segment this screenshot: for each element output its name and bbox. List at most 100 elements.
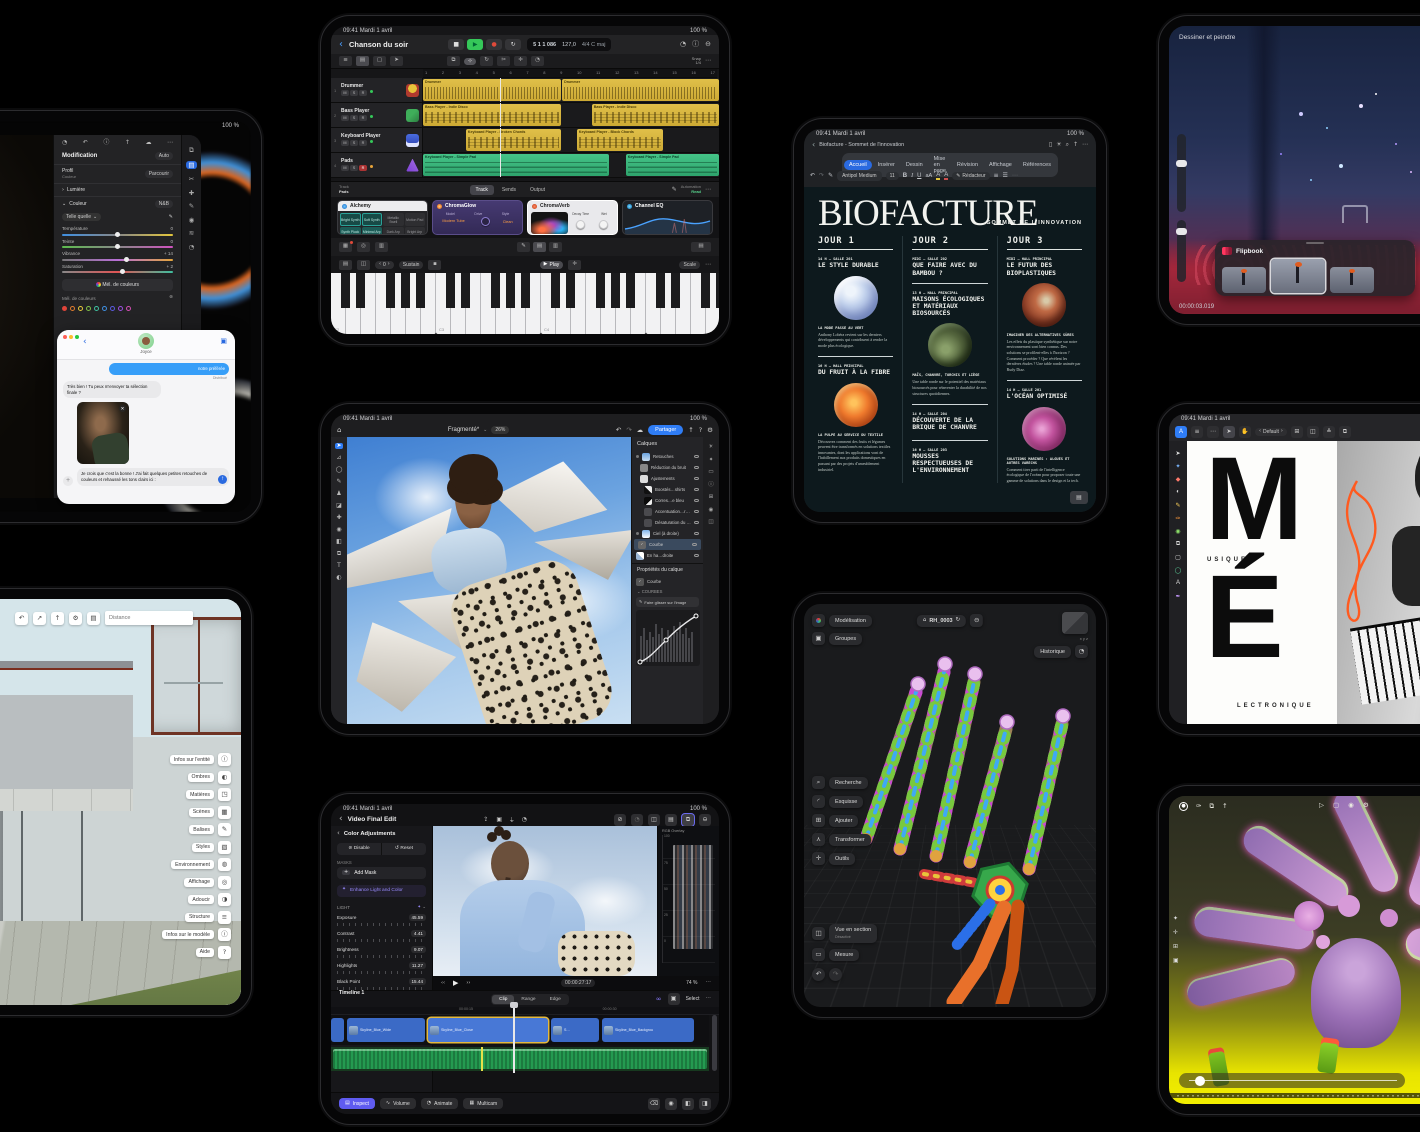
tracks-view-icon[interactable]: ≡	[339, 56, 352, 66]
adjust-icon[interactable]: ☀	[709, 445, 714, 451]
undo-icon[interactable]: ↶	[810, 173, 815, 179]
font-size-picker[interactable]: 11	[886, 172, 899, 180]
section-view-button[interactable]: ◫Vue en sectionDésactivé	[812, 924, 877, 943]
timeline-ruler[interactable]: 00:00:15 00:00:30	[331, 1007, 719, 1015]
camera-icon[interactable]: ▣	[1173, 958, 1179, 964]
fill-tool-icon[interactable]: ◉	[1173, 526, 1183, 536]
visibility-icon[interactable]	[694, 510, 699, 514]
disable-clip-icon[interactable]: ⊘	[614, 814, 626, 826]
drag-handle[interactable]	[1306, 242, 1324, 244]
noise-icon[interactable]: ≋	[189, 230, 194, 237]
visibility-icon[interactable]	[694, 466, 699, 470]
plugin-chromaglow[interactable]: ChromaGlow ModelDriveStyle Modern Tube C…	[432, 200, 523, 235]
gear-icon[interactable]: ⚙	[69, 612, 82, 625]
plugin-channeleq[interactable]: Channel EQ	[622, 200, 713, 235]
help-icon[interactable]: ?	[218, 946, 231, 959]
plugin-alchemy[interactable]: Alchemy Bright Synth Soft Synth Metallic…	[337, 200, 428, 235]
layer-row[interactable]: Retouches	[632, 451, 703, 462]
doc-name[interactable]: Fragmenté*	[448, 427, 479, 433]
auto-button[interactable]: Auto	[155, 152, 173, 160]
measure-input[interactable]	[105, 611, 193, 625]
eye-icon[interactable]: ◉	[709, 508, 714, 514]
menu-ajouter[interactable]: ⊞Ajouter	[812, 814, 871, 827]
panel-infos-modele[interactable]: Infos sur le modèleⓘ	[81, 928, 231, 941]
lock-icon[interactable]: ▪	[428, 260, 441, 270]
move-tool-icon[interactable]: ➤	[335, 443, 342, 449]
panel-styles[interactable]: Styles▧	[81, 841, 231, 854]
frame-icon[interactable]: ▢	[1333, 802, 1339, 809]
add-attachment-button[interactable]: +	[63, 476, 73, 486]
export-icon[interactable]: ↗	[33, 612, 46, 625]
layer-row[interactable]: Accentuation…ration	[632, 506, 703, 517]
color-mix-button[interactable]: Mél. de couleurs	[62, 279, 173, 291]
sound-browser-icon[interactable]: ▦	[339, 242, 352, 252]
clip-selected[interactable]: Skyline_Blue_Close	[428, 1018, 548, 1042]
crop-tool-icon[interactable]: ⧉	[337, 551, 341, 557]
playhead[interactable]	[513, 1007, 515, 1073]
panel-adoucir[interactable]: Adoucir◑	[81, 893, 231, 906]
tab-edge[interactable]: Edge	[543, 995, 568, 1004]
menu-outils[interactable]: ✛Outils	[812, 852, 871, 865]
back-icon[interactable]: ‹	[337, 830, 340, 837]
import-icon[interactable]: ⇪	[483, 817, 488, 823]
drive-knob[interactable]	[481, 217, 490, 226]
timer-tool-icon[interactable]: ◔	[531, 56, 544, 66]
copy-tool-icon[interactable]: ⧉	[447, 56, 460, 66]
cloud-icon[interactable]: ☁	[637, 427, 644, 434]
visibility-icon[interactable]	[694, 455, 699, 459]
wet-knob[interactable]	[599, 220, 608, 229]
play-icon[interactable]: ▶	[453, 980, 458, 987]
type-tool-icon[interactable]: T	[337, 563, 341, 569]
render-settings-icon[interactable]: ⚙	[1363, 802, 1369, 809]
slider-highlights[interactable]: Highlights11.27	[337, 962, 426, 974]
scale-icon[interactable]: ⊞	[1173, 944, 1179, 950]
keyboard-wide-icon[interactable]: ▤	[691, 242, 711, 252]
visibility-icon[interactable]	[694, 499, 699, 503]
styles-icon[interactable]: ▧	[218, 841, 231, 854]
track-row-bass[interactable]: 2 Bass Player MSR Bass Player - Indie Di…	[331, 103, 719, 128]
cursor-tool-icon[interactable]: ➤	[1173, 448, 1183, 458]
historique-button[interactable]: Historique	[1034, 646, 1071, 658]
arp-icon[interactable]: ✛	[568, 260, 581, 270]
layer-row[interactable]: Désaturation du jaune	[632, 517, 703, 528]
compose-field[interactable]: Je crois que c'est la bonne ! J'ai fait …	[77, 468, 229, 486]
scale-button[interactable]: Scale	[679, 261, 700, 269]
editor-view-icon[interactable]: ▢	[373, 56, 386, 66]
document-pill[interactable]: ⌂ RH_0003 ↻	[917, 615, 966, 627]
italic-button[interactable]: I	[911, 173, 913, 179]
panel-infos-entite[interactable]: Infos sur l'entitéⓘ	[81, 753, 231, 766]
track-row-pads[interactable]: 4 Pads MSR Keyboard Player - Simple Pad …	[331, 153, 719, 178]
select-button[interactable]: Select	[686, 996, 700, 1002]
panel-ombres[interactable]: Ombres◐	[81, 771, 231, 784]
traffic-lights[interactable]	[63, 335, 79, 339]
panel-environnement[interactable]: Environnement◍	[81, 858, 231, 871]
more-icon[interactable]: ⋯	[706, 980, 712, 986]
clip[interactable]: S…	[551, 1018, 599, 1042]
lumiere-section[interactable]: Lumière	[67, 187, 85, 193]
photo-attachment[interactable]: ✕	[77, 402, 129, 464]
mixer-view-icon[interactable]: ▤	[356, 56, 369, 66]
select-tool-icon[interactable]: ➤	[1223, 426, 1235, 438]
faders-icon[interactable]: ▥	[375, 242, 388, 252]
transform-tool-icon[interactable]: ⊿	[336, 455, 341, 461]
slider-exposure[interactable]: Exposure45.59	[337, 914, 426, 926]
visibility-icon[interactable]	[692, 543, 697, 547]
snap-icon[interactable]: ▣	[668, 993, 680, 1005]
layer-row[interactable]: Boostés…shirts	[632, 484, 703, 495]
share-icon[interactable]: ↑	[125, 140, 130, 146]
split-keyboard-icon[interactable]: ◫	[357, 260, 370, 270]
node-tool-icon[interactable]: ✦	[1173, 461, 1183, 471]
help-icon[interactable]: ?	[699, 427, 702, 434]
back-icon[interactable]: ‹	[812, 141, 815, 149]
duplicate-icon[interactable]: ⧉	[1339, 426, 1351, 438]
highlighter-icon[interactable]: ✎	[828, 173, 833, 179]
color-dots[interactable]	[54, 306, 181, 311]
measure-button[interactable]: ▭Mesure	[812, 948, 877, 961]
pointer-tool-icon[interactable]: ➤	[390, 56, 403, 66]
project-title[interactable]: Video Final Edit	[348, 816, 397, 823]
move-icon[interactable]: ✛	[1173, 930, 1179, 936]
region[interactable]: Drummer	[423, 79, 561, 101]
decay-knob[interactable]	[576, 220, 585, 229]
share-icon[interactable]: ↑	[1222, 803, 1227, 810]
nb-button[interactable]: N&B	[155, 200, 173, 208]
